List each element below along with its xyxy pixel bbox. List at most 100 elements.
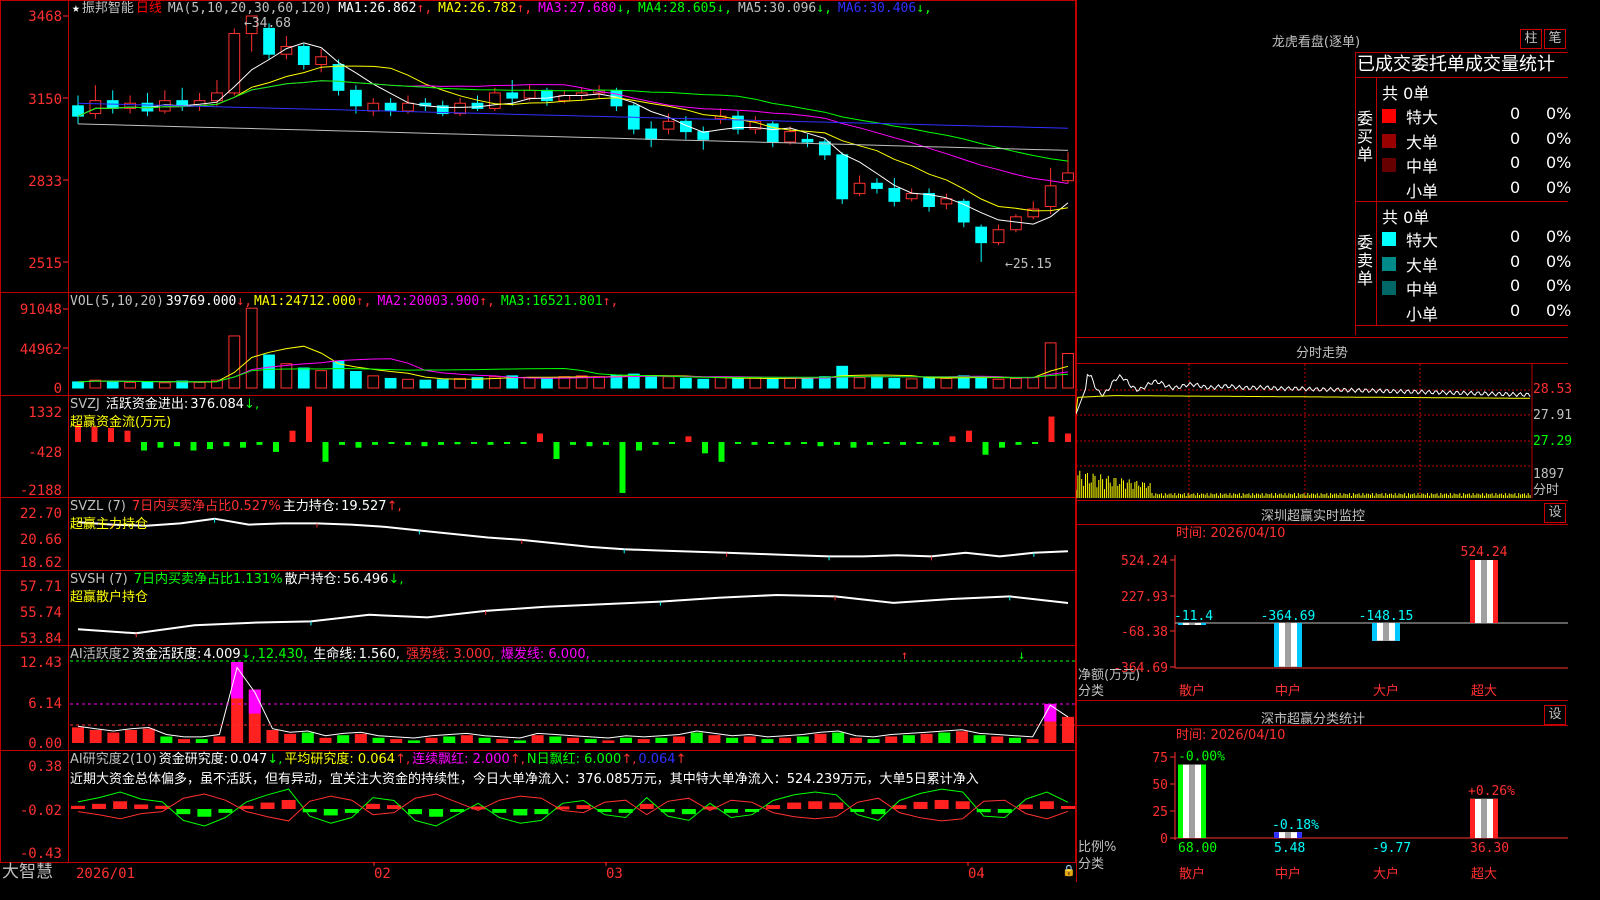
svg-text:↑: ↑ (901, 648, 908, 662)
activity-bar (407, 740, 420, 743)
date-label: 02 (374, 866, 391, 882)
candle-body (89, 100, 102, 115)
activity-bar (372, 737, 385, 743)
ma-value: 30.406 (869, 1, 917, 16)
candlestick-pane (72, 15, 1074, 262)
lock-icon[interactable]: 🔒 (1062, 864, 1076, 877)
svsh-header: SVSH (7) 7日内买卖净占比1.131% 散户持仓: 56.496↓, (70, 572, 410, 587)
class-bar-edge (1178, 764, 1183, 838)
class-settings-button[interactable]: 设 (1544, 705, 1566, 725)
activity-bar (620, 737, 633, 743)
fund-flow-bar (735, 442, 741, 444)
activity-bar (955, 731, 968, 743)
fund-flow-bar (817, 442, 824, 447)
activity-bar (567, 737, 579, 743)
candle-body (905, 193, 918, 200)
class-bar-edge (1493, 798, 1498, 838)
svzj-pane (75, 406, 1071, 493)
order-percent: 0% (1546, 251, 1572, 271)
class-bar-center (1189, 764, 1195, 838)
activity-bar (637, 739, 650, 743)
svzl-header: SVZL (7) 7日内买卖净占比0.527% 主力持仓: 19.527↑, (70, 499, 408, 514)
activity-bar (867, 739, 880, 743)
volume-bar (402, 378, 414, 389)
volume-bar (1062, 352, 1074, 389)
svzl-subtitle: 超赢主力持仓 (70, 517, 149, 532)
fund-flow-bar (619, 442, 626, 493)
ai2-title: AI研究度2(10) (70, 752, 157, 767)
order-color-swatch (1382, 158, 1396, 172)
activity-bar (690, 732, 703, 743)
vol-ma-label: MA1: (254, 294, 286, 309)
research-bar (1061, 805, 1075, 809)
volume-bar (697, 378, 710, 389)
tick-label: -2188 (20, 483, 62, 499)
ma-label: MA4: (638, 1, 670, 16)
volume-bar (784, 377, 796, 389)
fund-flow-bar (1032, 442, 1038, 444)
activity-bar (390, 739, 403, 743)
volume-bar (871, 376, 883, 389)
research-bar (71, 805, 85, 809)
research-bar (323, 809, 338, 816)
fund-flow-bar (1048, 416, 1055, 442)
ma-arrow: ↓, (616, 1, 633, 16)
research-bar (997, 809, 1012, 813)
activity-bar (460, 735, 473, 743)
class-date: 时间: 2026/04/10 (1176, 728, 1286, 743)
activity-bar (213, 736, 226, 743)
fund-flow-bar (520, 442, 527, 444)
fund-flow-bar (174, 442, 180, 447)
class-chart: 75 50 25 0 -0.00% 68.00 散户 -0.18% 5.48 中户 -9.77 大户 +… (1152, 750, 1568, 882)
right-panel: 524.24227.93-68.38-364.69-11.4散户-364.69中… (1076, 0, 1568, 882)
svsh-subtitle: 超赢散户持仓 (70, 590, 149, 605)
monitor-settings-button[interactable]: 设 (1544, 503, 1566, 523)
favorite-star-icon[interactable]: ★ (72, 1, 80, 16)
candle-body (888, 187, 901, 202)
order-type-label: 小单 (1406, 304, 1439, 324)
ma-value: 27.680 (569, 1, 617, 16)
fund-flow-bar (751, 442, 758, 445)
period-label[interactable]: 日线 (136, 1, 162, 16)
low-price-marker: ←25.15 (1005, 257, 1052, 272)
main-chart-area[interactable]: 3468 3150 2833 2515 91048 44962 0 1332 -… (0, 0, 1076, 882)
research-bar (681, 809, 696, 815)
fund-flow-bar (141, 442, 147, 451)
retail-holding-line (77, 593, 1069, 635)
fund-flow-bar (801, 442, 807, 444)
activity-bar (89, 729, 102, 743)
activity-bar (72, 727, 84, 743)
ai-comment: 近期大资金总体偏多，虽不活跃，但有异动，宜关注大资金的持续性，今日大单净流入：3… (70, 772, 979, 787)
tick-view-button[interactable]: 笔 (1544, 29, 1566, 49)
research-bar (260, 802, 275, 809)
svzl-arrow: ↑, (386, 499, 402, 514)
class-ylabel: 比例% (1078, 840, 1117, 855)
order-percent: 0% (1546, 227, 1572, 246)
volume-bar (297, 367, 310, 389)
activity-bar (142, 728, 155, 743)
order-type-label: 特大 (1406, 231, 1439, 250)
svsh-value: 56.496 (342, 572, 389, 587)
research-bar (766, 805, 781, 809)
ai-signal-arrow: ↓ (1018, 648, 1025, 662)
ma-line (77, 42, 1069, 225)
main-force-holding-line (77, 517, 1069, 558)
activity-bar (178, 739, 191, 743)
column-view-button[interactable]: 柱 (1520, 29, 1542, 49)
fund-flow-bar (685, 436, 692, 442)
fund-flow-bar (916, 442, 923, 444)
fund-flow-bar (355, 442, 362, 448)
ai1-title: AI活跃度2 (70, 647, 130, 662)
volume-bar (384, 377, 397, 389)
activity-bar (602, 740, 615, 743)
ai2-last-arrow: ↑ (675, 752, 687, 767)
ai1-v2: 12.430, (257, 647, 308, 662)
volume-bar (124, 381, 136, 389)
candle-body (697, 131, 710, 140)
order-count: 0 (1510, 300, 1521, 320)
vol-ma-values: MA1:24712.000↑, MA2:20003.900↑, MA3:16521.… (254, 294, 624, 309)
research-bar (723, 809, 738, 813)
monitor-xlabel: 分类 (1078, 684, 1105, 699)
order-count: 0 (1510, 153, 1521, 172)
order-color-swatch (1382, 281, 1396, 295)
